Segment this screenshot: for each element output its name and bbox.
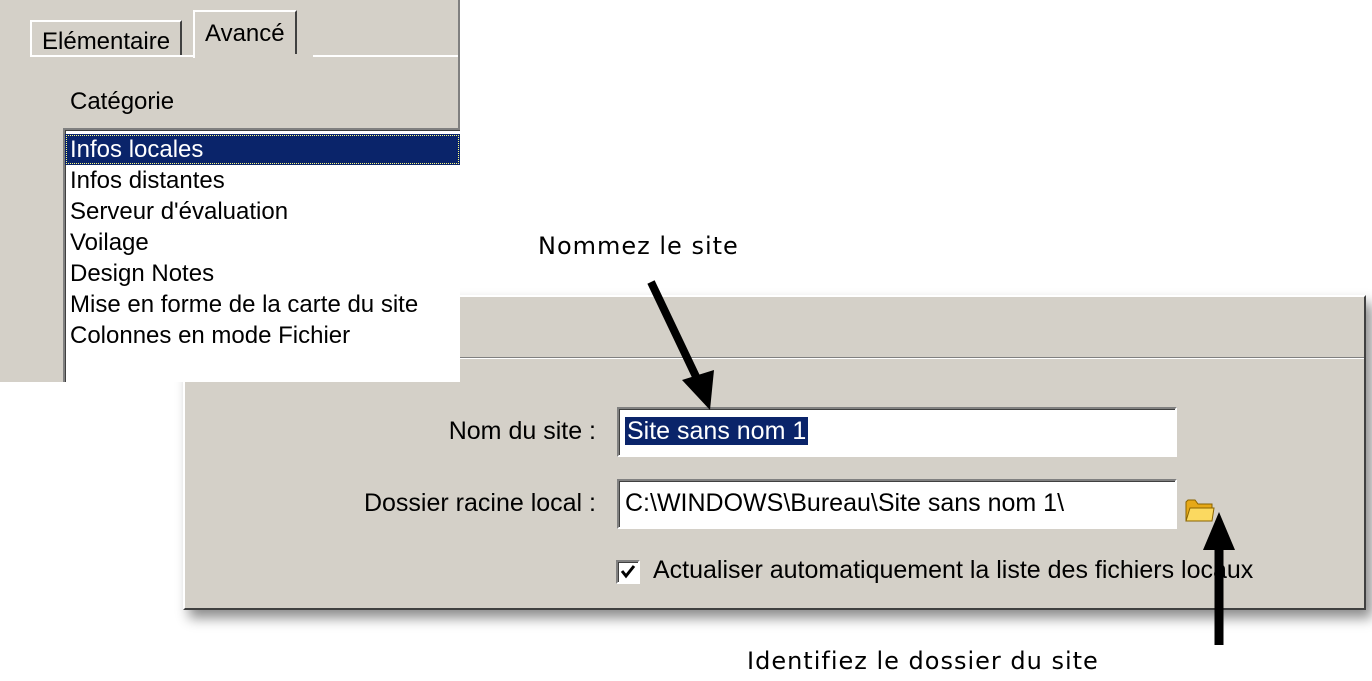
auto-refresh-checkbox[interactable] bbox=[616, 560, 640, 584]
tab-avance[interactable]: Avancé bbox=[193, 10, 297, 58]
category-item-serveur-evaluation[interactable]: Serveur d'évaluation bbox=[65, 196, 460, 227]
category-item-infos-distantes[interactable]: Infos distantes bbox=[65, 165, 460, 196]
site-name-label: Nom du site : bbox=[448, 417, 596, 445]
site-name-value: Site sans nom 1 bbox=[625, 417, 809, 445]
site-name-input[interactable]: Site sans nom 1 bbox=[617, 407, 1177, 457]
local-root-label: Dossier racine local : bbox=[363, 489, 596, 517]
annotation-identify-folder: Identifiez le dossier du site bbox=[747, 647, 1099, 675]
category-item-design-notes[interactable]: Design Notes bbox=[65, 258, 460, 289]
category-item-infos-locales[interactable]: Infos locales bbox=[65, 134, 460, 165]
local-root-value: C:\WINDOWS\Bureau\Site sans nom 1\ bbox=[625, 489, 1065, 517]
category-list[interactable]: Infos locales Infos distantes Serveur d'… bbox=[63, 128, 460, 382]
browse-folder-button[interactable] bbox=[1185, 497, 1215, 523]
category-item-colonnes-fichier[interactable]: Colonnes en mode Fichier bbox=[65, 320, 460, 351]
tab-elementaire[interactable]: Elémentaire bbox=[30, 20, 183, 56]
category-heading: Catégorie bbox=[70, 88, 175, 115]
checkmark-icon bbox=[620, 565, 636, 579]
annotation-name-site: Nommez le site bbox=[538, 232, 739, 260]
category-item-voilage[interactable]: Voilage bbox=[65, 227, 460, 258]
category-dialog: Elémentaire Avancé Catégorie Infos local… bbox=[0, 0, 460, 382]
auto-refresh-label[interactable]: Actualiser automatiquement la liste des … bbox=[653, 556, 1253, 585]
local-root-input[interactable]: C:\WINDOWS\Bureau\Site sans nom 1\ bbox=[617, 479, 1177, 529]
folder-icon bbox=[1185, 499, 1215, 522]
category-item-carte-du-site[interactable]: Mise en forme de la carte du site bbox=[65, 289, 460, 320]
